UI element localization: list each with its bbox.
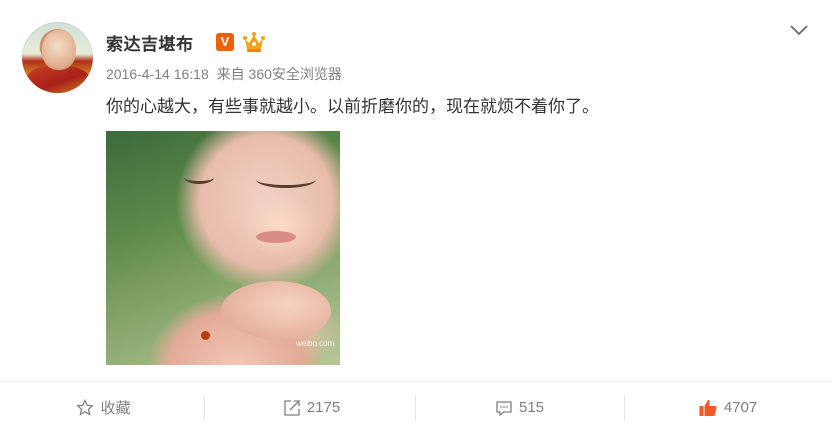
image-detail — [221, 281, 331, 341]
weibo-post-card: 索达吉堪布 V 2016-4-14 16:18 来自 360安全浏览器 你的心越… — [0, 0, 831, 431]
image-detail — [256, 171, 316, 188]
like-count: 4707 — [723, 399, 758, 416]
comment-icon — [496, 400, 512, 416]
avatar-robe — [26, 66, 90, 93]
comment-button[interactable]: 515 — [416, 384, 623, 431]
member-crown-icon[interactable] — [242, 31, 266, 53]
post-timestamp[interactable]: 2016-4-14 16:18 — [106, 66, 209, 82]
image-detail — [184, 171, 214, 184]
favorite-label: 收藏 — [100, 400, 131, 417]
image-detail — [201, 331, 210, 340]
favorite-button[interactable]: 收藏 — [0, 384, 207, 431]
chevron-down-icon[interactable] — [788, 23, 810, 37]
image-detail — [256, 231, 296, 243]
thumbs-up-icon — [699, 399, 717, 416]
avatar-head — [42, 30, 76, 70]
username[interactable]: 索达吉堪布 — [106, 30, 194, 55]
star-icon — [76, 398, 95, 416]
post-text: 你的心越大，有些事就越小。以前折磨你的，现在就烦不着你了。 — [106, 97, 599, 116]
comment-count: 515 — [518, 399, 545, 416]
avatar[interactable] — [22, 22, 93, 93]
like-button[interactable]: 4707 — [624, 384, 831, 431]
post-source: 来自 360安全浏览器 — [216, 66, 342, 82]
repost-count: 2175 — [306, 399, 341, 416]
action-separator — [204, 395, 205, 421]
image-watermark: weibo.com — [296, 339, 335, 348]
repost-icon — [284, 399, 300, 416]
action-bar-divider — [0, 381, 831, 382]
verified-badge-icon[interactable]: V — [216, 33, 234, 51]
repost-button[interactable]: 2175 — [208, 384, 415, 431]
post-meta: 2016-4-14 16:18 来自 360安全浏览器 — [106, 64, 346, 84]
post-image[interactable]: weibo.com — [106, 131, 340, 365]
